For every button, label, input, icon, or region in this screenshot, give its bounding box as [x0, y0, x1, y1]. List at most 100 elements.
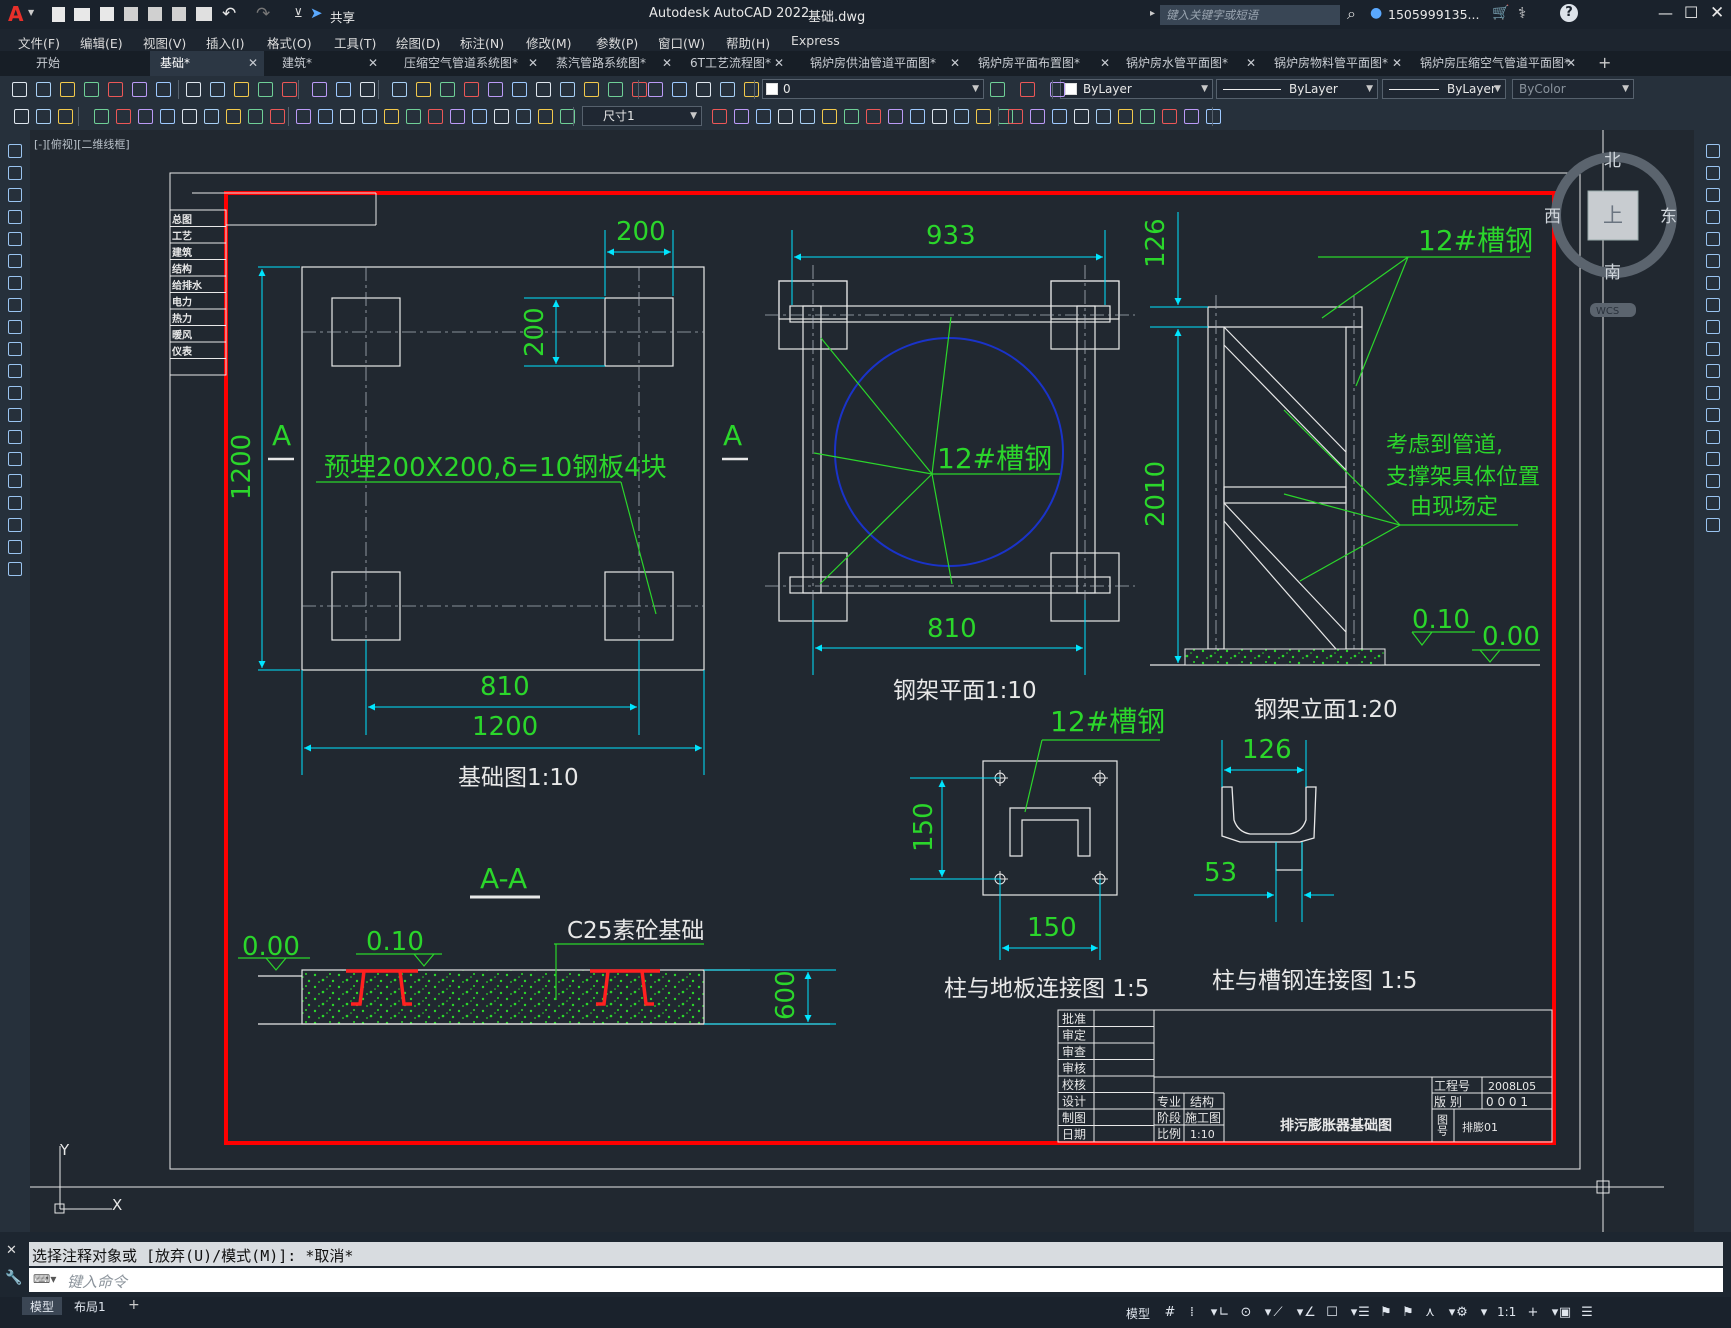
status-toggle-icon[interactable]: ⚑ [1378, 1305, 1394, 1320]
draw-tool-icon[interactable] [8, 452, 22, 466]
status-toggle-icon[interactable]: ⁞ [1184, 1305, 1200, 1320]
toolbar-tool-icon[interactable] [734, 109, 749, 124]
modify-tool-icon[interactable] [1706, 496, 1720, 510]
menu-item[interactable]: 文件(F) [18, 33, 60, 52]
viewcube-west[interactable]: 西 [1544, 207, 1561, 227]
file-tab[interactable]: 锅炉房平面布置图* ✕ [968, 51, 1116, 76]
toolbar-tool-icon[interactable] [756, 109, 771, 124]
wcs-menu[interactable]: WCS [1596, 306, 1619, 317]
autodesk-app-icon[interactable]: ⚕ [1518, 4, 1526, 22]
toolbar-tool-icon[interactable] [720, 82, 735, 97]
toolbar-tool-icon[interactable] [428, 109, 443, 124]
toolbar-tool-icon[interactable] [384, 109, 399, 124]
modify-tool-icon[interactable] [1706, 474, 1720, 488]
menu-item[interactable]: 窗口(W) [658, 33, 705, 52]
toolbar-tool-icon[interactable] [108, 82, 123, 97]
status-toggle-icon[interactable]: ☐ [1324, 1305, 1340, 1320]
toolbar-tool-icon[interactable] [60, 82, 75, 97]
cmd-settings-icon[interactable]: 🔧 [5, 1270, 22, 1286]
toolbar-tool-icon[interactable] [210, 82, 225, 97]
toolbar-tool-icon[interactable] [744, 82, 759, 97]
layout-tab[interactable]: 布局1 [66, 1297, 114, 1315]
quick-access-menu-icon[interactable]: ⊻ [294, 6, 303, 20]
toolbar-tool-icon[interactable] [318, 109, 333, 124]
toolbar-tool-icon[interactable] [1096, 109, 1111, 124]
menu-item[interactable]: Express [791, 33, 840, 48]
search-input[interactable]: 键入关键字或短语 [1166, 7, 1258, 23]
modify-tool-icon[interactable] [1706, 232, 1720, 246]
toolbar-tool-icon[interactable] [416, 82, 431, 97]
toolbar-tool-icon[interactable] [866, 109, 881, 124]
tab-close-icon[interactable]: ✕ [1100, 51, 1110, 76]
status-toggle-icon[interactable]: ⟋ [1270, 1305, 1286, 1320]
file-tab[interactable]: 锅炉房水管平面图* ✕ [1116, 51, 1262, 76]
redo-icon[interactable]: ↷ [256, 4, 270, 24]
toolbar-tool-icon[interactable] [648, 82, 663, 97]
toolbar-tool-icon[interactable] [672, 82, 687, 97]
menu-item[interactable]: 插入(I) [206, 33, 244, 52]
draw-tool-icon[interactable] [8, 210, 22, 224]
toolbar-tool-icon[interactable] [990, 82, 1005, 97]
menu-item[interactable]: 标注(N) [460, 33, 504, 52]
toolbar-tool-icon[interactable] [538, 109, 553, 124]
status-toggle-icon[interactable]: ⋏ [1422, 1305, 1438, 1320]
toolbar-tool-icon[interactable] [116, 109, 131, 124]
toolbar-tool-icon[interactable] [450, 109, 465, 124]
share-button[interactable]: 共享 [330, 7, 355, 26]
modify-tool-icon[interactable] [1706, 430, 1720, 444]
draw-tool-icon[interactable] [8, 342, 22, 356]
toolbar-tool-icon[interactable] [392, 82, 407, 97]
toolbar-tool-icon[interactable] [472, 109, 487, 124]
publish-icon[interactable] [148, 7, 162, 21]
toolbar-tool-icon[interactable] [440, 82, 455, 97]
save-icon[interactable] [100, 7, 114, 21]
toolbar-tool-icon[interactable] [1118, 109, 1133, 124]
draw-tool-icon[interactable] [8, 188, 22, 202]
tab-close-icon[interactable]: ✕ [1392, 51, 1402, 76]
menu-item[interactable]: 工具(T) [334, 33, 376, 52]
menu-item[interactable]: 绘图(D) [396, 33, 440, 52]
toolbar-tool-icon[interactable] [632, 82, 647, 97]
annotation-scale[interactable]: 1:1 [1497, 1305, 1516, 1319]
viewcube-top[interactable]: 上 [1603, 203, 1623, 227]
toolbar-tool-icon[interactable] [156, 82, 171, 97]
draw-tool-icon[interactable] [8, 276, 22, 290]
toolbar-tool-icon[interactable] [712, 109, 727, 124]
file-tab[interactable]: 开始 [26, 51, 146, 76]
toolbar-tool-icon[interactable] [58, 109, 73, 124]
user-icon[interactable]: ● [1370, 5, 1382, 21]
tab-close-icon[interactable]: ✕ [950, 51, 960, 76]
status-toggle-icon[interactable]: # [1162, 1305, 1178, 1320]
toolbar-tool-icon[interactable] [1140, 109, 1155, 124]
modify-tool-icon[interactable] [1706, 320, 1720, 334]
toolbar-tool-icon[interactable] [12, 82, 27, 97]
toolbar-tool-icon[interactable] [910, 109, 925, 124]
toolbar-tool-icon[interactable] [954, 109, 969, 124]
toolbar-tool-icon[interactable] [312, 82, 327, 97]
toolbar-tool-icon[interactable] [248, 109, 263, 124]
modify-tool-icon[interactable] [1706, 386, 1720, 400]
toolbar-tool-icon[interactable] [932, 109, 947, 124]
tab-close-icon[interactable]: ✕ [368, 51, 378, 76]
modify-tool-icon[interactable] [1706, 408, 1720, 422]
app-menu-chevron-icon[interactable]: ▼ [28, 8, 34, 17]
modify-tool-icon[interactable] [1706, 188, 1720, 202]
status-toggle-icon[interactable]: ⚑ [1400, 1305, 1416, 1320]
cmd-close-icon[interactable]: ✕ [6, 1243, 17, 1258]
viewcube-east[interactable]: 东 [1660, 207, 1677, 227]
minimize-icon[interactable]: — [1658, 4, 1673, 22]
modify-tool-icon[interactable] [1706, 276, 1720, 290]
draw-tool-icon[interactable] [8, 562, 22, 576]
tab-close-icon[interactable]: ✕ [662, 51, 672, 76]
toolbar-tool-icon[interactable] [204, 109, 219, 124]
modify-tool-icon[interactable] [1706, 166, 1720, 180]
toolbar-tool-icon[interactable] [258, 82, 273, 97]
drawing-canvas[interactable]: [-][俯视][二维线框] 总图 工艺 建筑 结构 给排水 电力 热力 暖风 仪… [30, 130, 1694, 1232]
modify-tool-icon[interactable] [1706, 364, 1720, 378]
toolbar-tool-icon[interactable] [800, 109, 815, 124]
file-tab[interactable]: 建筑* ✕ [272, 51, 384, 76]
help-icon[interactable]: ? [1560, 4, 1578, 22]
status-toggle-icon[interactable]: ▾ [1476, 1305, 1492, 1320]
draw-tool-icon[interactable] [8, 408, 22, 422]
search-icon[interactable]: ⌕ [1347, 4, 1356, 24]
